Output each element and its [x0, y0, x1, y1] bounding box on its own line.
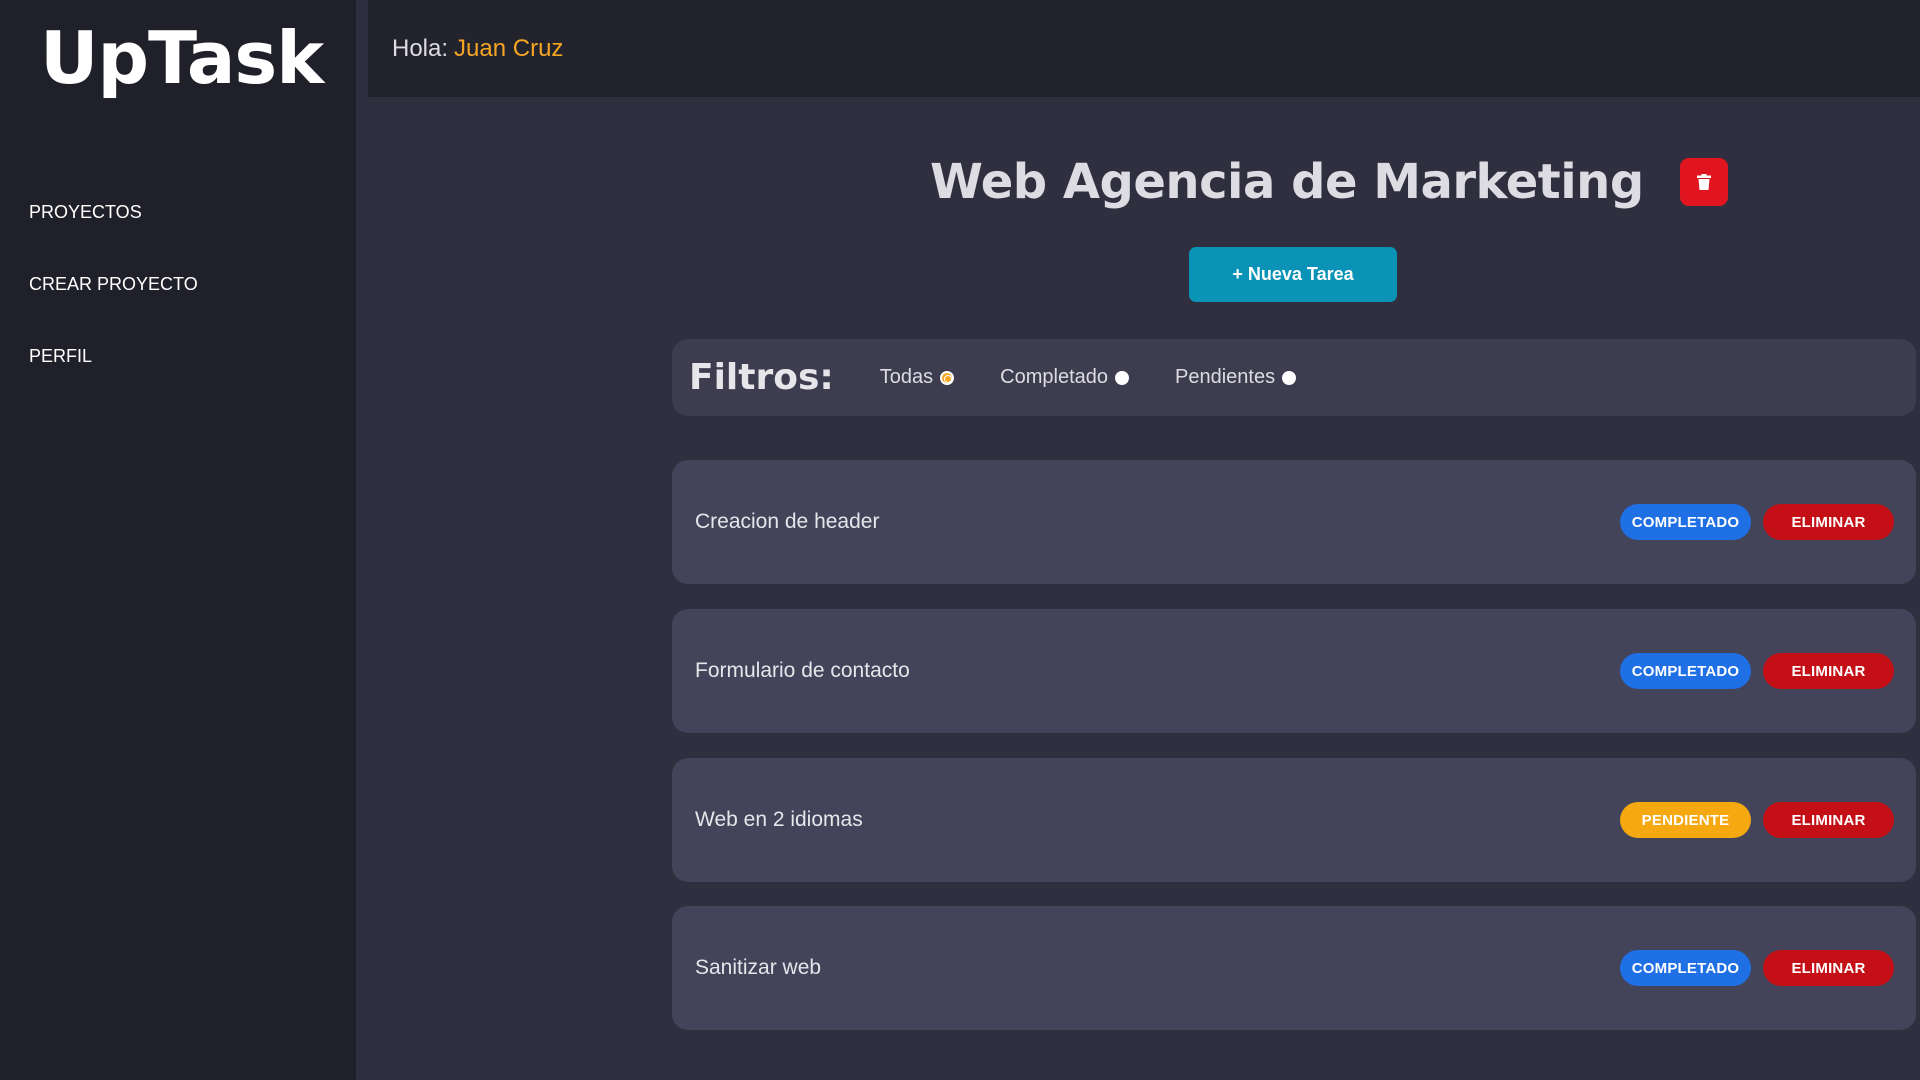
task-item: Sanitizar web COMPLETADO ELIMINAR: [672, 906, 1916, 1030]
app: UpTask PROYECTOS CREAR PROYECTO PERFIL H…: [0, 0, 1920, 1080]
radio-icon[interactable]: [1282, 370, 1297, 385]
sidebar-item-proyectos[interactable]: PROYECTOS: [0, 200, 356, 272]
task-item: Formulario de contacto COMPLETADO ELIMIN…: [672, 609, 1916, 733]
filter-completado[interactable]: Completado: [1000, 366, 1130, 389]
filter-pendientes[interactable]: Pendientes: [1175, 366, 1297, 389]
sidebar-item-crear-proyecto[interactable]: CREAR PROYECTO: [0, 272, 356, 344]
filter-label: Pendientes: [1175, 366, 1276, 388]
main-content: Hola: Juan Cruz Web Agencia de Marketing…: [356, 0, 1920, 1080]
sidebar-nav: PROYECTOS CREAR PROYECTO PERFIL: [0, 200, 356, 416]
task-delete-button[interactable]: ELIMINAR: [1763, 504, 1894, 540]
sidebar: UpTask PROYECTOS CREAR PROYECTO PERFIL: [0, 0, 356, 1080]
task-name: Creacion de header: [695, 510, 880, 533]
trash-icon: [1696, 174, 1711, 190]
filters-bar: Filtros: Todas Completado Pendientes: [672, 339, 1916, 416]
logo: UpTask: [40, 16, 324, 100]
filters-title: Filtros:: [689, 357, 834, 398]
task-name: Web en 2 idiomas: [695, 808, 863, 831]
task-name: Formulario de contacto: [695, 659, 910, 682]
task-name: Sanitizar web: [695, 956, 822, 979]
new-task-button[interactable]: + Nueva Tarea: [1189, 247, 1397, 302]
filter-label: Completado: [1000, 366, 1109, 388]
filter-todas[interactable]: Todas: [879, 366, 955, 389]
greeting-label: Hola:: [392, 34, 449, 62]
delete-project-button[interactable]: [1679, 158, 1728, 206]
page-title: Web Agencia de Marketing: [930, 154, 1644, 210]
sidebar-item-perfil[interactable]: PERFIL: [0, 344, 356, 416]
radio-icon[interactable]: [1115, 370, 1130, 385]
task-item: Web en 2 idiomas PENDIENTE ELIMINAR: [672, 758, 1916, 882]
task-status-button[interactable]: PENDIENTE: [1620, 802, 1751, 838]
radio-checked-icon[interactable]: [940, 370, 955, 385]
task-delete-button[interactable]: ELIMINAR: [1763, 802, 1894, 838]
filter-label: Todas: [879, 366, 934, 388]
project-header: Web Agencia de Marketing: [930, 154, 1728, 210]
task-item: Creacion de header COMPLETADO ELIMINAR: [672, 460, 1916, 584]
topbar: Hola: Juan Cruz: [368, 0, 1920, 97]
task-delete-button[interactable]: ELIMINAR: [1763, 653, 1894, 689]
task-delete-button[interactable]: ELIMINAR: [1763, 950, 1894, 986]
task-status-button[interactable]: COMPLETADO: [1620, 653, 1751, 689]
task-status-button[interactable]: COMPLETADO: [1620, 950, 1751, 986]
task-status-button[interactable]: COMPLETADO: [1620, 504, 1751, 540]
user-name: Juan Cruz: [454, 34, 564, 62]
